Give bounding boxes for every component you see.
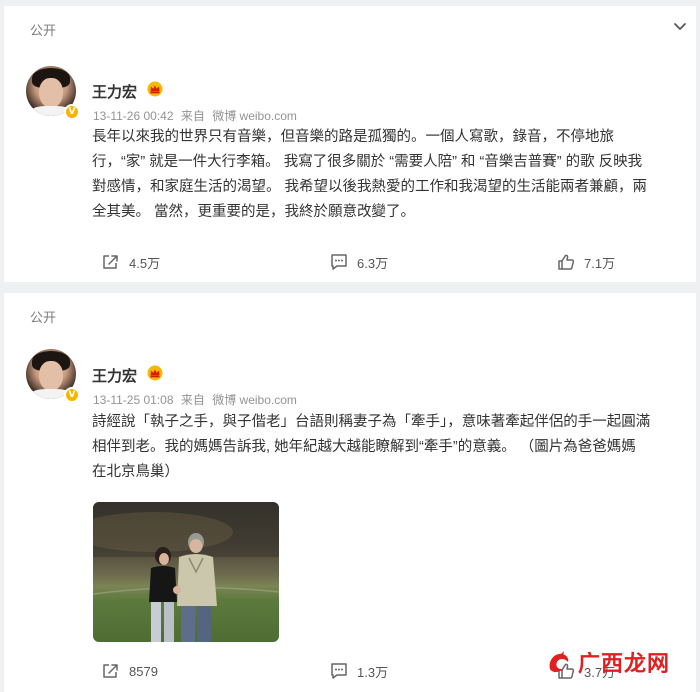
photo-couple-walking xyxy=(93,502,279,642)
action-bar: 4.5万 6.3万 7.1万 xyxy=(4,249,696,275)
visibility-label: 公开 xyxy=(30,23,57,38)
like-count: 7.1万 xyxy=(584,255,616,271)
repost-button[interactable]: 8579 xyxy=(101,658,158,684)
post-photo[interactable] xyxy=(93,502,279,642)
source-prefix: 来自 xyxy=(180,109,205,123)
comment-button[interactable]: 1.3万 xyxy=(329,658,388,684)
post-card-2: 公开 V 王力宏 13-11-25 01:08 来自 微博 weibo.com … xyxy=(4,293,696,692)
comment-button[interactable]: 6.3万 xyxy=(329,249,388,275)
verified-v-icon: V xyxy=(64,387,80,403)
author-name[interactable]: 王力宏 xyxy=(92,81,137,102)
site-watermark: 广西龙网 xyxy=(546,646,670,678)
post-time[interactable]: 13-11-26 00:42 xyxy=(93,109,174,123)
comment-count: 1.3万 xyxy=(357,664,389,680)
chevron-down-icon[interactable] xyxy=(672,18,688,34)
source-prefix: 来自 xyxy=(180,393,205,407)
post-time[interactable]: 13-11-25 01:08 xyxy=(93,393,174,407)
post-card-1: 公开 V 王力宏 13-11-26 00:42 来自 微博 weibo.com … xyxy=(4,6,696,282)
comment-icon xyxy=(331,663,347,679)
watermark-text: 广西龙网 xyxy=(577,652,670,677)
dragon-logo-icon xyxy=(549,651,569,672)
post-text: 詩經說「執子之手，與子偕老」台語則稱妻子為「牽手」，意味著牽起伴侶的手一起圓滿 … xyxy=(92,414,651,480)
post-text: 長年以來我的世界只有音樂，但音樂的路是孤獨的。一個人寫歌，錄音，不停地旅 行，“… xyxy=(92,129,648,220)
card-header: 公开 xyxy=(4,293,696,333)
author-name[interactable]: 王力宏 xyxy=(92,365,137,386)
crown-badge-icon xyxy=(147,81,163,97)
share-icon xyxy=(103,255,118,269)
card-header: 公开 xyxy=(4,6,696,46)
comment-count: 6.3万 xyxy=(357,255,389,271)
repost-button[interactable]: 4.5万 xyxy=(101,249,160,275)
thumbs-up-icon xyxy=(558,254,575,270)
post-source[interactable]: 微博 weibo.com xyxy=(212,393,297,407)
post-meta: 13-11-26 00:42 来自 微博 weibo.com xyxy=(93,107,301,124)
post-meta: 13-11-25 01:08 来自 微博 weibo.com xyxy=(93,391,301,408)
visibility-label: 公开 xyxy=(30,310,57,325)
like-button[interactable]: 7.1万 xyxy=(556,249,615,275)
verified-v-icon: V xyxy=(64,104,80,120)
crown-badge-icon xyxy=(147,365,163,381)
repost-count: 4.5万 xyxy=(129,255,161,271)
share-icon xyxy=(103,664,118,678)
comment-icon xyxy=(331,254,347,270)
repost-count: 8579 xyxy=(129,663,158,679)
post-source[interactable]: 微博 weibo.com xyxy=(212,109,297,123)
